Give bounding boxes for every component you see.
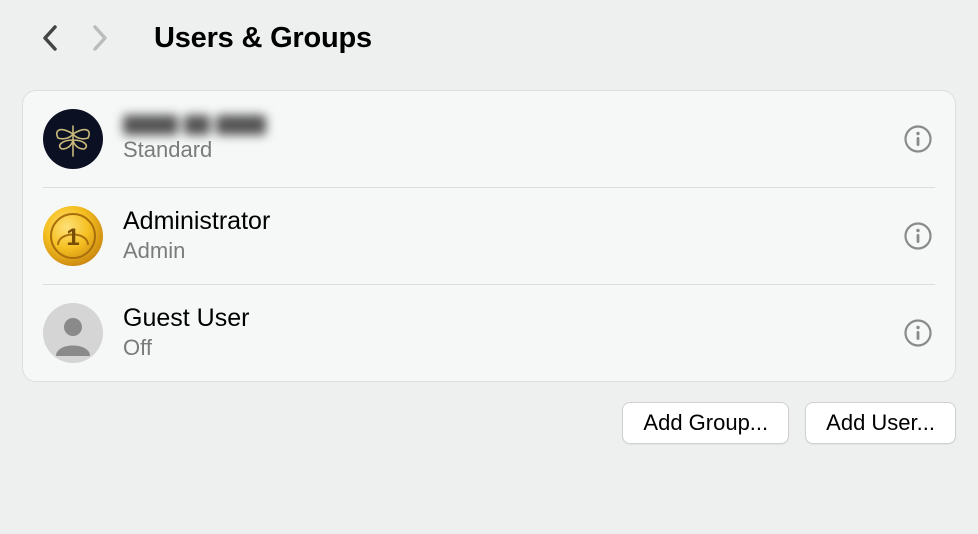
page-title: Users & Groups	[154, 22, 372, 55]
user-name: Administrator	[123, 208, 881, 236]
avatar	[43, 109, 103, 169]
info-icon	[903, 318, 933, 348]
info-button[interactable]	[901, 122, 935, 156]
redacted-name	[123, 115, 266, 135]
guest-user-icon	[48, 308, 98, 358]
header: Users & Groups	[0, 0, 978, 68]
user-text: Guest User Off	[123, 305, 881, 361]
avatar	[43, 303, 103, 363]
user-row[interactable]: 1 Administrator Admin	[43, 187, 935, 284]
user-role: Admin	[123, 238, 881, 264]
dragonfly-icon	[50, 116, 96, 162]
info-button[interactable]	[901, 219, 935, 253]
add-group-button[interactable]: Add Group...	[622, 402, 789, 444]
user-list-panel: Standard 1 Administrator Admin	[22, 90, 956, 382]
user-name: Guest User	[123, 305, 881, 333]
back-button[interactable]	[30, 18, 70, 58]
user-role: Off	[123, 335, 881, 361]
info-icon	[903, 124, 933, 154]
user-row[interactable]: Standard	[43, 91, 935, 187]
user-text: Standard	[123, 115, 881, 163]
chevron-left-icon	[41, 24, 59, 52]
info-icon	[903, 221, 933, 251]
avatar: 1	[43, 206, 103, 266]
svg-text:1: 1	[66, 224, 79, 251]
info-button[interactable]	[901, 316, 935, 350]
user-text: Administrator Admin	[123, 208, 881, 264]
add-user-button[interactable]: Add User...	[805, 402, 956, 444]
chevron-right-icon	[91, 24, 109, 52]
action-buttons: Add Group... Add User...	[0, 382, 978, 444]
forward-button	[80, 18, 120, 58]
medal-icon: 1	[48, 211, 98, 261]
user-role: Standard	[123, 137, 881, 163]
user-name	[123, 115, 881, 135]
user-row[interactable]: Guest User Off	[43, 284, 935, 381]
